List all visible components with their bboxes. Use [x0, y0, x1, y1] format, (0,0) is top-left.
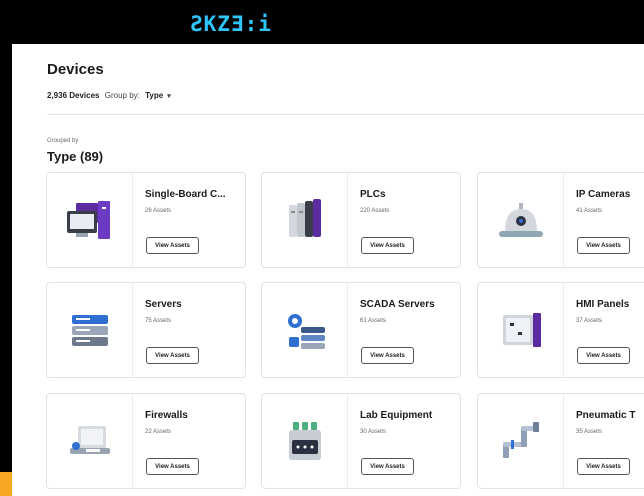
devices-page: Devices 2,936 Devices Group by: Type ▾ Gr… — [12, 44, 644, 496]
card-title: Single-Board C... — [145, 189, 226, 200]
card-asset-count: 75 Assets — [145, 318, 172, 324]
card-asset-count: 37 Assets — [576, 318, 603, 324]
device-type-card: IP Cameras 41 Assets View Assets — [477, 172, 644, 268]
view-assets-button[interactable]: View Assets — [577, 458, 630, 475]
firewall-icon — [47, 394, 133, 488]
scada-server-icon — [262, 283, 348, 377]
brand-logo: ƧKZƎ:i — [190, 12, 272, 36]
card-title: HMI Panels — [576, 299, 630, 310]
device-type-card: Pneumatic T 35 Assets View Assets — [477, 393, 644, 489]
card-asset-count: 26 Assets — [145, 208, 172, 214]
view-assets-button[interactable]: View Assets — [146, 237, 199, 254]
lab-equipment-icon — [262, 394, 348, 488]
device-type-card: SCADA Servers 61 Assets View Assets — [261, 282, 461, 378]
ip-camera-icon — [478, 173, 564, 267]
view-assets-button[interactable]: View Assets — [361, 347, 414, 364]
card-asset-count: 41 Assets — [576, 208, 603, 214]
card-title: IP Cameras — [576, 189, 631, 200]
single-board-computer-icon — [47, 173, 133, 267]
plc-icon — [262, 173, 348, 267]
device-type-card: HMI Panels 37 Assets View Assets — [477, 282, 644, 378]
header-divider — [47, 114, 644, 115]
group-title: Type (89) — [47, 149, 104, 164]
chevron-down-icon: ▾ — [167, 93, 171, 100]
view-assets-button[interactable]: View Assets — [577, 237, 630, 254]
group-by-label: Group by: — [104, 91, 140, 100]
page-title: Devices — [47, 61, 104, 78]
view-assets-button[interactable]: View Assets — [577, 347, 630, 364]
side-accent-bar — [0, 472, 12, 496]
card-title: SCADA Servers — [360, 299, 435, 310]
device-type-card: Firewalls 22 Assets View Assets — [46, 393, 246, 489]
card-asset-count: 35 Assets — [576, 429, 603, 435]
group-caption: Grouped by — [47, 138, 79, 144]
card-asset-count: 30 Assets — [360, 429, 387, 435]
server-icon — [47, 283, 133, 377]
device-type-card: Single-Board C... 26 Assets View Assets — [46, 172, 246, 268]
card-title: Servers — [145, 299, 182, 310]
group-by-value: Type — [145, 91, 164, 100]
card-asset-count: 61 Assets — [360, 318, 387, 324]
view-assets-button[interactable]: View Assets — [361, 458, 414, 475]
device-type-card: Servers 75 Assets View Assets — [46, 282, 246, 378]
view-assets-button[interactable]: View Assets — [146, 458, 199, 475]
view-assets-button[interactable]: View Assets — [361, 237, 414, 254]
card-asset-count: 220 Assets — [360, 208, 390, 214]
device-count: 2,936 Devices — [47, 91, 100, 100]
card-title: Lab Equipment — [360, 410, 433, 421]
card-asset-count: 22 Assets — [145, 429, 172, 435]
card-title: Firewalls — [145, 410, 188, 421]
pneumatic-icon — [478, 394, 564, 488]
group-by-dropdown[interactable]: Type ▾ — [145, 91, 171, 100]
devices-summary: 2,936 Devices Group by: Type ▾ — [47, 91, 171, 100]
view-assets-button[interactable]: View Assets — [146, 347, 199, 364]
card-title: PLCs — [360, 189, 386, 200]
device-type-card: PLCs 220 Assets View Assets — [261, 172, 461, 268]
card-title: Pneumatic T — [576, 410, 636, 421]
hmi-panel-icon — [478, 283, 564, 377]
device-type-card: Lab Equipment 30 Assets View Assets — [261, 393, 461, 489]
